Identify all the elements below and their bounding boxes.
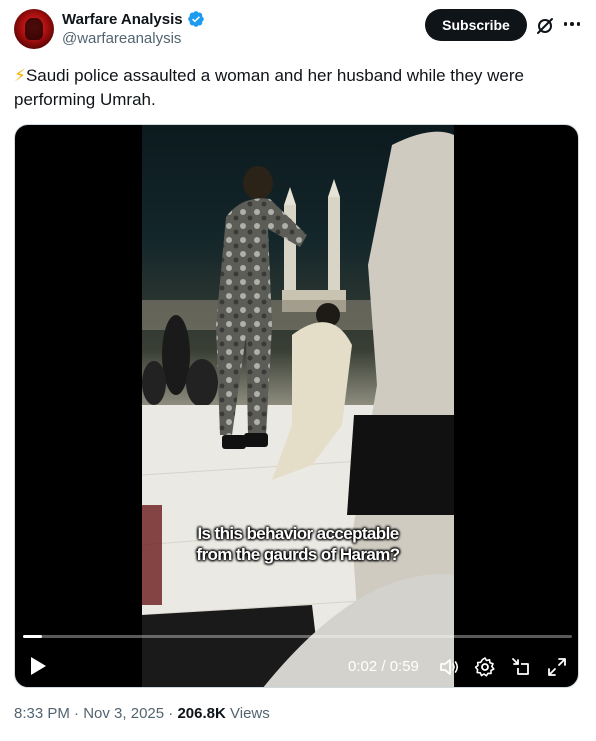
subscribe-button[interactable]: Subscribe — [425, 9, 527, 41]
tweet-body: Saudi police assaulted a woman and her h… — [14, 66, 524, 109]
video-progress-fill — [23, 635, 42, 638]
author-avatar[interactable] — [14, 9, 54, 49]
views-label: Views — [230, 705, 270, 722]
tweet-meta: 8:33 PM · Nov 3, 2025 · 206.8K Views — [14, 705, 270, 722]
play-icon[interactable] — [29, 656, 47, 676]
video-caption: Is this behavior acceptable from the gau… — [142, 523, 454, 565]
caption-line-1: Is this behavior acceptable — [197, 524, 399, 543]
video-scene — [142, 131, 454, 687]
tweet-time[interactable]: 8:33 PM — [14, 705, 70, 722]
lightning-emoji: ⚡ — [14, 66, 26, 85]
fullscreen-exit-icon[interactable] — [510, 656, 532, 678]
verified-badge-icon — [187, 11, 204, 27]
grok-icon[interactable] — [535, 16, 555, 36]
volume-icon[interactable] — [438, 656, 460, 678]
video-frame[interactable]: Is this behavior acceptable from the gau… — [142, 125, 454, 687]
tweet-date[interactable]: Nov 3, 2025 — [83, 705, 164, 722]
more-icon[interactable] — [562, 14, 582, 34]
video-progress-bar[interactable] — [23, 635, 572, 638]
meta-separator-2: · — [168, 705, 174, 722]
video-player[interactable]: Is this behavior acceptable from the gau… — [14, 124, 579, 688]
author-display-name[interactable]: Warfare Analysis — [62, 11, 183, 28]
video-time: 0:02 / 0:59 — [348, 658, 419, 675]
settings-icon[interactable] — [474, 656, 496, 678]
tweet-text: ⚡Saudi police assaulted a woman and her … — [14, 64, 574, 112]
author-name-row: Warfare Analysis — [62, 10, 205, 28]
author-handle[interactable]: @warfareanalysis — [62, 30, 181, 47]
expand-icon[interactable] — [546, 656, 568, 678]
caption-line-2: from the gaurds of Haram? — [196, 545, 400, 564]
views-count: 206.8K — [177, 705, 226, 722]
tweet-header: Warfare Analysis @warfareanalysis Subscr… — [14, 8, 582, 50]
meta-separator-1: · — [74, 705, 80, 722]
